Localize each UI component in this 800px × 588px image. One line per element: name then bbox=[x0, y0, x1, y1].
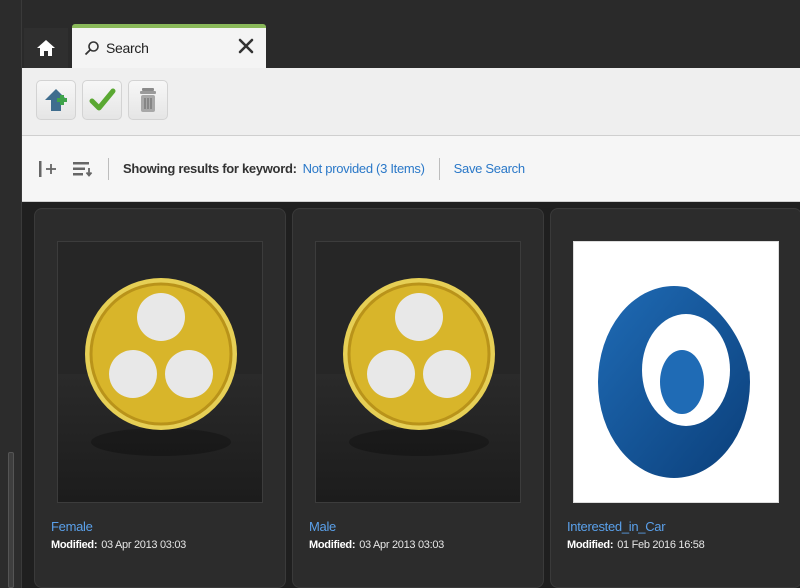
card-name[interactable]: Female bbox=[51, 519, 93, 534]
results-grid: Female Modified: 03 Apr 2013 03:03 Male M… bbox=[22, 202, 800, 588]
card-thumbnail bbox=[315, 241, 521, 503]
add-icon bbox=[45, 89, 67, 111]
tab-bar: Search bbox=[22, 0, 800, 68]
results-bar: Showing results for keyword: Not provide… bbox=[22, 136, 800, 202]
left-panel-edge bbox=[0, 0, 22, 588]
toolbar bbox=[22, 68, 800, 136]
sort-list-icon[interactable] bbox=[72, 160, 94, 178]
card-thumbnail bbox=[57, 241, 263, 503]
results-label: Showing results for keyword: bbox=[123, 161, 297, 176]
separator bbox=[438, 157, 440, 180]
tab-search-label: Search bbox=[106, 40, 149, 56]
delete-button[interactable] bbox=[128, 80, 168, 120]
result-card[interactable]: Female Modified: 03 Apr 2013 03:03 bbox=[34, 208, 286, 588]
confirm-button[interactable] bbox=[82, 80, 122, 120]
separator bbox=[108, 157, 109, 180]
close-icon[interactable] bbox=[238, 38, 254, 54]
save-search-link[interactable]: Save Search bbox=[454, 161, 525, 176]
panel-splitter-handle[interactable] bbox=[8, 452, 14, 588]
trash-icon bbox=[140, 88, 156, 112]
card-modified: Modified: 03 Apr 2013 03:03 bbox=[309, 539, 444, 551]
home-icon bbox=[37, 40, 55, 56]
card-thumbnail bbox=[573, 241, 779, 503]
add-button[interactable] bbox=[36, 80, 76, 120]
wave-logo bbox=[598, 274, 753, 478]
card-modified: Modified: 01 Feb 2016 16:58 bbox=[567, 539, 705, 551]
expand-columns-icon[interactable] bbox=[38, 160, 58, 178]
tab-search[interactable]: Search bbox=[72, 24, 266, 68]
card-modified: Modified: 03 Apr 2013 03:03 bbox=[51, 539, 186, 551]
result-card[interactable]: Male Modified: 03 Apr 2013 03:03 bbox=[292, 208, 544, 588]
segment-icon bbox=[85, 278, 237, 456]
keyword-link[interactable]: Not provided (3 Items) bbox=[303, 161, 425, 176]
result-card[interactable]: Interested_in_Car Modified: 01 Feb 2016 1… bbox=[550, 208, 800, 588]
search-icon bbox=[84, 41, 99, 56]
home-tab[interactable] bbox=[24, 28, 68, 68]
segment-icon bbox=[343, 278, 495, 456]
checkmark-icon bbox=[89, 88, 116, 111]
card-name[interactable]: Male bbox=[309, 519, 336, 534]
card-name[interactable]: Interested_in_Car bbox=[567, 519, 666, 534]
